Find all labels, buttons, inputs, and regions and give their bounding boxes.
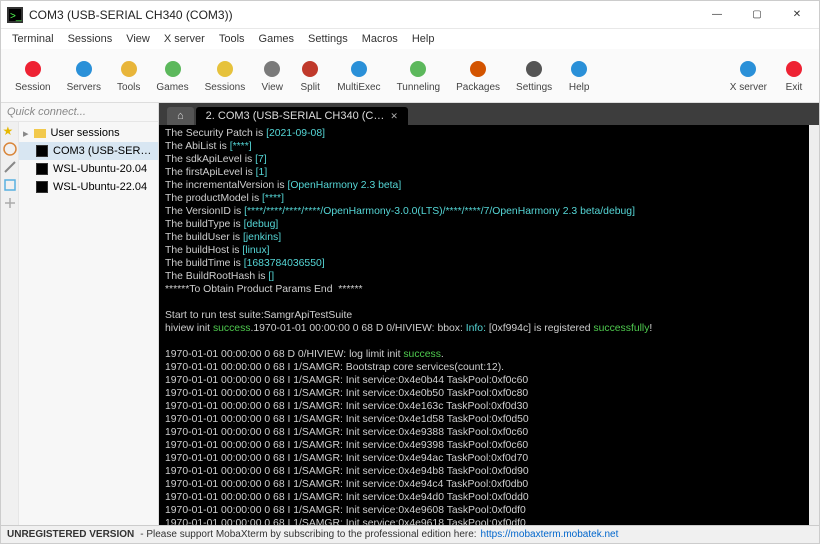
toolbar-view[interactable]: View: [253, 56, 291, 95]
toolbar-exit[interactable]: Exit: [775, 56, 813, 95]
sidebar-margin: ★: [1, 122, 19, 525]
window-title: COM3 (USB-SERIAL CH340 (COM3)): [29, 8, 697, 22]
toolbar: SessionServersToolsGamesSessionsViewSpli…: [1, 49, 819, 103]
toolbar-settings[interactable]: Settings: [508, 56, 560, 95]
toolbar-multiexec[interactable]: MultiExec: [329, 56, 388, 95]
title-bar: >_ COM3 (USB-SERIAL CH340 (COM3)) — ▢ ✕: [1, 1, 819, 29]
games-icon: [162, 58, 184, 80]
tools-icon[interactable]: [3, 160, 17, 174]
sftp-icon[interactable]: [3, 196, 17, 210]
home-tab[interactable]: ⌂: [167, 107, 194, 125]
terminal-tab[interactable]: 2. COM3 (USB-SERIAL CH340 (C… ✕: [196, 107, 408, 125]
toolbar-packages[interactable]: Packages: [448, 56, 508, 95]
menu-macros[interactable]: Macros: [355, 33, 405, 45]
tree-root[interactable]: ▸User sessions: [19, 124, 158, 142]
main-area: Quick connect... ★ ▸User sessionsCOM3 (U…: [1, 103, 819, 525]
home-icon: ⌂: [177, 110, 184, 122]
menu-bar: TerminalSessionsViewX serverToolsGamesSe…: [1, 29, 819, 49]
sidebar: Quick connect... ★ ▸User sessionsCOM3 (U…: [1, 103, 159, 525]
toolbar-servers[interactable]: Servers: [59, 56, 109, 95]
maximize-button[interactable]: ▢: [737, 2, 777, 28]
session-icon: [22, 58, 44, 80]
toolbar-x-server[interactable]: X server: [722, 56, 775, 95]
session-item[interactable]: COM3 (USB-SERIAL CH340 (COM3)): [19, 142, 158, 160]
x server-icon: [737, 58, 759, 80]
tab-close-icon[interactable]: ✕: [390, 111, 398, 122]
close-button[interactable]: ✕: [777, 2, 817, 28]
tab-label: 2. COM3 (USB-SERIAL CH340 (C…: [206, 110, 385, 122]
session-tree: ▸User sessionsCOM3 (USB-SERIAL CH340 (CO…: [19, 122, 158, 525]
status-link[interactable]: https://mobaxterm.mobatek.net: [481, 529, 619, 540]
servers-icon: [73, 58, 95, 80]
menu-tools[interactable]: Tools: [212, 33, 252, 45]
settings-icon: [523, 58, 545, 80]
session-item[interactable]: WSL-Ubuntu-22.04: [19, 178, 158, 196]
macro-icon[interactable]: [3, 178, 17, 192]
session-icon: [35, 180, 49, 194]
minimize-button[interactable]: —: [697, 2, 737, 28]
menu-x-server[interactable]: X server: [157, 33, 212, 45]
tunneling-icon: [407, 58, 429, 80]
toolbar-games[interactable]: Games: [148, 56, 196, 95]
toolbar-help[interactable]: Help: [560, 56, 598, 95]
terminal-output[interactable]: The Security Patch is [2021-09-08] The A…: [159, 125, 819, 525]
app-icon: >_: [7, 7, 23, 23]
session-icon: [35, 144, 49, 158]
status-text: - Please support MobaXterm by subscribin…: [140, 529, 476, 540]
status-bar: UNREGISTERED VERSION - Please support Mo…: [1, 525, 819, 543]
tab-bar: ⌂ 2. COM3 (USB-SERIAL CH340 (C… ✕: [159, 103, 819, 125]
packages-icon: [467, 58, 489, 80]
quick-connect-input[interactable]: Quick connect...: [1, 103, 158, 122]
multiexec-icon: [348, 58, 370, 80]
toolbar-tools[interactable]: Tools: [109, 56, 148, 95]
exit-icon: [783, 58, 805, 80]
help-icon: [568, 58, 590, 80]
globe-icon[interactable]: [3, 142, 17, 156]
star-icon[interactable]: ★: [3, 124, 17, 138]
toolbar-split[interactable]: Split: [291, 56, 329, 95]
folder-icon: [33, 126, 47, 140]
toolbar-session[interactable]: Session: [7, 56, 59, 95]
svg-text:>_: >_: [10, 11, 22, 22]
menu-help[interactable]: Help: [405, 33, 442, 45]
content-area: ⌂ 2. COM3 (USB-SERIAL CH340 (C… ✕ The Se…: [159, 103, 819, 525]
view-icon: [261, 58, 283, 80]
menu-settings[interactable]: Settings: [301, 33, 355, 45]
menu-games[interactable]: Games: [252, 33, 301, 45]
status-badge: UNREGISTERED VERSION: [7, 529, 134, 540]
menu-sessions[interactable]: Sessions: [61, 33, 120, 45]
session-item[interactable]: WSL-Ubuntu-20.04: [19, 160, 158, 178]
toolbar-sessions[interactable]: Sessions: [197, 56, 254, 95]
sessions-icon: [214, 58, 236, 80]
menu-terminal[interactable]: Terminal: [5, 33, 61, 45]
session-icon: [35, 162, 49, 176]
tools-icon: [118, 58, 140, 80]
menu-view[interactable]: View: [119, 33, 157, 45]
split-icon: [299, 58, 321, 80]
toolbar-tunneling[interactable]: Tunneling: [389, 56, 449, 95]
